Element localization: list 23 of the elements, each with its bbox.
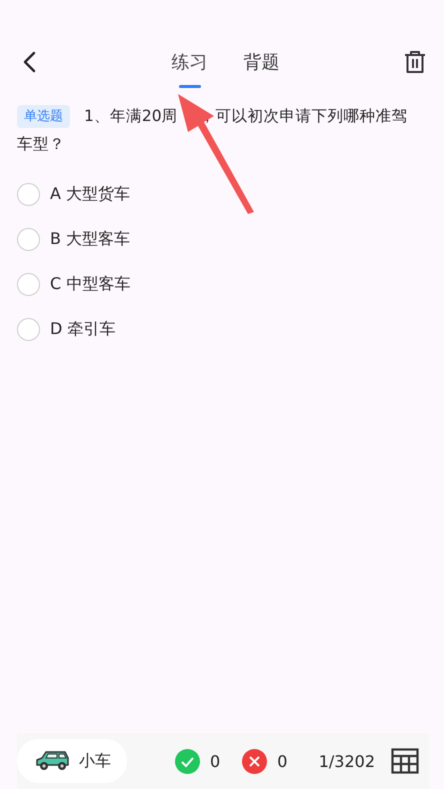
option-label[interactable]: B 大型客车 (50, 229, 130, 250)
check-icon (175, 748, 200, 774)
option-label[interactable]: C 中型客车 (50, 274, 130, 295)
radio-button[interactable] (17, 228, 40, 251)
wrong-count: 0 (277, 752, 288, 770)
wrong-icon (242, 748, 268, 774)
question-text: 1、年满20周 (84, 106, 178, 127)
tab[interactable]: 背题 (244, 49, 280, 89)
grid-icon[interactable] (391, 748, 419, 774)
question-type-tag: 单选题 (17, 104, 70, 128)
correct-count: 0 (210, 752, 220, 770)
vehicle-selector[interactable]: 小车 (17, 739, 127, 783)
progress-text: 1/3202 (318, 752, 375, 770)
back-icon[interactable] (22, 51, 36, 73)
trash-icon[interactable] (403, 50, 427, 74)
question-text: 车型？ (17, 134, 65, 155)
radio-button[interactable] (17, 273, 40, 296)
radio-button[interactable] (17, 183, 40, 206)
car-icon (35, 749, 71, 773)
option-label[interactable]: A 大型货车 (50, 184, 130, 205)
radio-button[interactable] (17, 318, 40, 341)
tab[interactable]: 练习 (172, 49, 208, 89)
option-label[interactable]: D 牵引车 (50, 319, 116, 340)
